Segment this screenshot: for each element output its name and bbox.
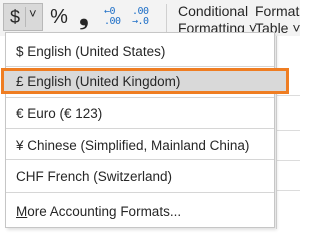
menu-item-euro[interactable]: € Euro (€ 123)	[6, 101, 274, 125]
accounting-number-format-button[interactable]: $ ˅	[3, 3, 43, 31]
more-accounting-formats-label: More Accounting Formats...	[16, 204, 181, 219]
sheet-grid-line	[276, 95, 300, 96]
sheet-grid-line	[276, 36, 277, 229]
sheet-grid-line	[276, 130, 300, 131]
menu-item-label: CHF French (Switzerland)	[16, 168, 173, 184]
accounting-format-dropdown: $ English (United States) £ English (Uni…	[1, 32, 289, 228]
menu-item-usd[interactable]: $ English (United States)	[6, 39, 274, 63]
menu-item-chf[interactable]: CHF French (Switzerland)	[6, 164, 274, 188]
dollar-icon: $	[10, 7, 21, 27]
menu-separator	[6, 192, 274, 193]
menu-item-cny[interactable]: ¥ Chinese (Simplified, Mainland China)	[6, 133, 274, 157]
menu-separator	[6, 128, 274, 129]
conditional-formatting-line1: Conditional	[178, 3, 249, 19]
percent-style-button[interactable]: %	[47, 4, 71, 30]
chevron-down-icon[interactable]: ˅	[29, 6, 37, 21]
ribbon-number-group: $ ˅ % ❟ ←0 .00 .00 →.0 Conditional Forma…	[0, 0, 301, 36]
increase-decimal-button[interactable]: ←0 .00	[104, 4, 130, 30]
menu-separator	[6, 66, 274, 67]
sheet-grid-line	[276, 160, 300, 161]
increase-decimal-icon-bottom: .00	[104, 16, 121, 27]
format-table-line1: Format	[255, 3, 300, 19]
split-divider	[25, 7, 26, 27]
percent-icon: %	[50, 5, 68, 28]
menu-item-label: £ English (United Kingdom)	[16, 73, 181, 89]
menu-item-label: € Euro (€ 123)	[16, 105, 103, 121]
decrease-decimal-button[interactable]: .00 →.0	[132, 4, 158, 30]
menu-item-label: ¥ Chinese (Simplified, Mainland China)	[16, 137, 250, 153]
menu-item-gbp[interactable]: £ English (United Kingdom)	[1, 68, 289, 94]
ribbon-divider	[166, 4, 167, 32]
menu-separator	[6, 159, 274, 160]
more-accounting-formats-rest: ore Accounting Formats...	[27, 203, 182, 219]
decrease-decimal-icon-bottom: →.0	[132, 16, 149, 27]
menu-item-label: $ English (United States)	[16, 43, 166, 59]
comma-icon: ❟	[79, 3, 89, 30]
accelerator-key: M	[16, 203, 28, 219]
more-accounting-formats-item[interactable]: More Accounting Formats...	[6, 199, 274, 223]
sheet-grid-line	[276, 190, 300, 191]
menu-separator	[6, 97, 274, 98]
